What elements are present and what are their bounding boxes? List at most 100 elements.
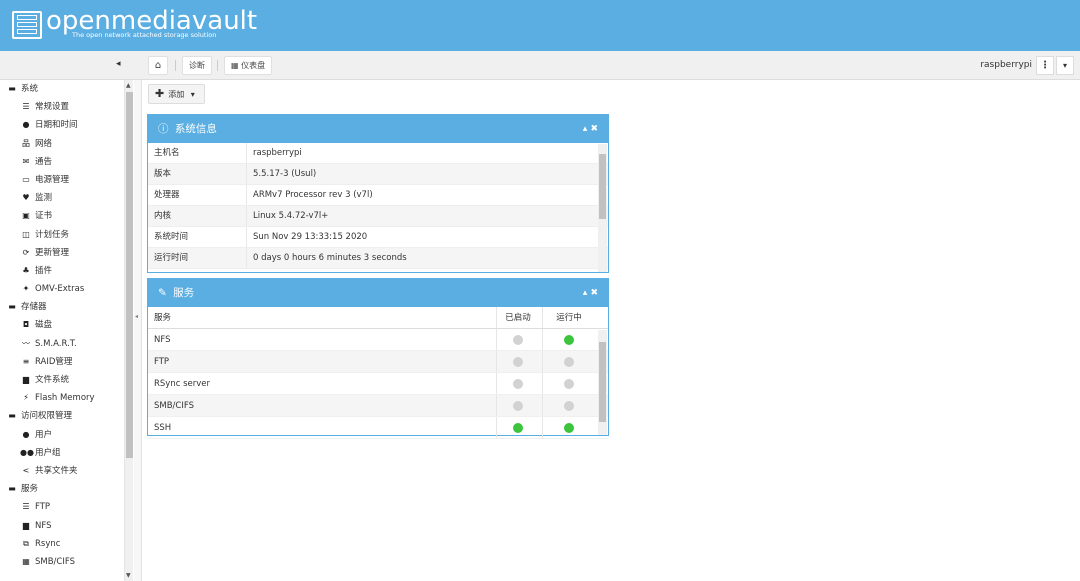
user-menu-dropdown[interactable]: ▾	[1056, 56, 1074, 75]
sidebar-item-17[interactable]: ⚡ Flash Memory	[0, 389, 124, 407]
logo-subtitle: The open network attached storage soluti…	[72, 31, 217, 39]
sidebar-item-9[interactable]: ⟳ 更新管理	[0, 244, 124, 262]
nav-icon: ⟳	[22, 247, 30, 257]
sidebar-item-16[interactable]: ▆ 文件系统	[0, 371, 124, 389]
nav-icon: ▆	[22, 520, 30, 530]
sidebar-item-label: 监测	[35, 193, 53, 204]
sidebar-scrollbar[interactable]: ▲ ▼	[124, 80, 133, 581]
dashboard-icon: ▦	[231, 61, 239, 70]
nav-icon: ⚡	[23, 393, 29, 403]
column-divider	[246, 143, 247, 163]
sysinfo-table: 主机名 raspberrypi 版本 5.5.17-3 (Usul) 处理器 ARMv7 …	[148, 143, 608, 269]
running-status-dot	[564, 400, 574, 411]
add-widget-button[interactable]: ✚ 添加 ▾	[148, 84, 205, 104]
row-value: ARMv7 Processor rev 3 (v7l)	[253, 190, 373, 200]
column-divider	[246, 227, 247, 247]
row-key: 系统时间	[154, 232, 189, 242]
sidebar-item-11[interactable]: ✦ OMV-Extras	[0, 280, 124, 298]
sidebar-group-0[interactable]: ▬ 系统	[0, 80, 124, 98]
home-button[interactable]: ⌂	[148, 56, 168, 75]
sidebar-item-label: 更新管理	[35, 247, 70, 258]
sidebar-item-label: 共享文件夹	[35, 465, 78, 476]
enabled-status-dot	[513, 356, 523, 367]
col-service-header[interactable]: 服务	[154, 307, 171, 329]
services-table-header: 服务 已启动 运行中	[148, 307, 608, 329]
sidebar-item-8[interactable]: ◫ 计划任务	[0, 226, 124, 244]
panel-controls[interactable]: ▴ ✖	[583, 279, 598, 307]
sidebar-item-10[interactable]: ♣ 插件	[0, 262, 124, 280]
nav-icon: ▣	[22, 211, 30, 221]
nav-icon: ☰	[22, 502, 30, 512]
nav-icon: ✉	[22, 156, 30, 166]
sidebar-group-12[interactable]: ▬ 存储器	[0, 298, 124, 316]
chevron-down-icon: ▾	[190, 90, 195, 99]
table-row: 版本 5.5.17-3 (Usul)	[148, 164, 608, 185]
scroll-up-icon[interactable]: ▲	[126, 82, 131, 89]
sidebar-item-19[interactable]: ● 用户	[0, 426, 124, 444]
services-scroll-thumb[interactable]	[599, 342, 606, 422]
sidebar-item-label: 磁盘	[35, 320, 53, 331]
running-status-dot	[564, 356, 574, 367]
nav-icon: ⧉	[23, 538, 29, 548]
sidebar-item-23[interactable]: ☰ FTP	[0, 498, 124, 516]
nav-icon: ●	[22, 429, 30, 439]
row-value: 5.5.17-3 (Usul)	[253, 169, 317, 179]
table-row: SMB/CIFS	[148, 395, 608, 417]
sidebar-scroll-thumb[interactable]	[126, 92, 133, 458]
sysinfo-scroll-thumb[interactable]	[599, 154, 606, 219]
sidebar-item-7[interactable]: ▣ 证书	[0, 207, 124, 225]
splitter-arrow-icon[interactable]: ◂	[135, 313, 138, 320]
sidebar-item-20[interactable]: ●●用户组	[0, 444, 124, 462]
nav-icon: ▭	[22, 174, 30, 184]
nav-icon: ◫	[22, 229, 30, 239]
col-running-header[interactable]: 运行中	[544, 307, 594, 329]
running-status-dot	[564, 422, 574, 433]
nav-icon: ●	[22, 120, 30, 130]
nav-icon: ✦	[22, 284, 30, 294]
sidebar-item-3[interactable]: 品网络	[0, 135, 124, 153]
column-divider	[542, 329, 543, 350]
sidebar-splitter[interactable]: ◂	[134, 80, 142, 581]
service-name: SSH	[154, 423, 172, 433]
sidebar-item-label: 网络	[35, 138, 53, 149]
logo-icon	[12, 11, 42, 39]
enabled-status-dot	[513, 334, 523, 345]
sidebar-item-4[interactable]: ✉ 通告	[0, 153, 124, 171]
sidebar-item-label: 系统	[21, 84, 39, 94]
breadcrumb-separator	[217, 60, 218, 71]
sidebar-item-21[interactable]: < 共享文件夹	[0, 462, 124, 480]
panel-controls[interactable]: ▴ ✖	[583, 115, 598, 143]
sidebar-item-13[interactable]: ◘ 磁盘	[0, 316, 124, 334]
sidebar-item-5[interactable]: ▭ 电源管理	[0, 171, 124, 189]
sysinfo-scrollbar[interactable]	[598, 144, 607, 272]
breadcrumb-diagnostics[interactable]: 诊断	[182, 56, 212, 75]
table-row: 系统时间 Sun Nov 29 13:33:15 2020	[148, 227, 608, 248]
sidebar-group-22[interactable]: ▬ 服务	[0, 480, 124, 498]
sidebar-item-25[interactable]: ⧉ Rsync	[0, 535, 124, 553]
services-scrollbar[interactable]	[598, 330, 607, 435]
sidebar-item-26[interactable]: ▦ SMB/CIFS	[0, 553, 124, 571]
sidebar-item-14[interactable]: 〰 S.M.A.R.T.	[0, 335, 124, 353]
table-row: FTP	[148, 351, 608, 373]
nav-icon: <	[22, 465, 30, 475]
breadcrumb-dashboard[interactable]: ▦ 仪表盘	[224, 56, 273, 75]
breadcrumb-separator	[175, 60, 176, 71]
sidebar-item-24[interactable]: ▆ NFS	[0, 517, 124, 535]
col-enabled-header[interactable]: 已启动	[496, 307, 540, 329]
enabled-status-dot	[513, 422, 523, 433]
sidebar-item-2[interactable]: ● 日期和时间	[0, 116, 124, 134]
nav-icon: ▬	[8, 302, 16, 312]
service-name: FTP	[154, 357, 170, 367]
service-name: NFS	[154, 335, 171, 345]
sidebar-item-label: 插件	[35, 265, 53, 276]
more-menu-button[interactable]: ⋮	[1036, 56, 1054, 75]
scroll-down-icon[interactable]: ▼	[126, 572, 131, 579]
sidebar-item-6[interactable]: ♥ 监测	[0, 189, 124, 207]
running-status-dot	[564, 334, 574, 345]
collapse-sidebar-button[interactable]: ◂	[116, 59, 121, 69]
nav-icon: ◘	[22, 320, 30, 330]
sidebar-item-1[interactable]: ☰ 常规设置	[0, 98, 124, 116]
sidebar-item-15[interactable]: ≡ RAID管理	[0, 353, 124, 371]
column-divider	[542, 417, 543, 438]
sidebar-group-18[interactable]: ▬ 访问权限管理	[0, 407, 124, 425]
